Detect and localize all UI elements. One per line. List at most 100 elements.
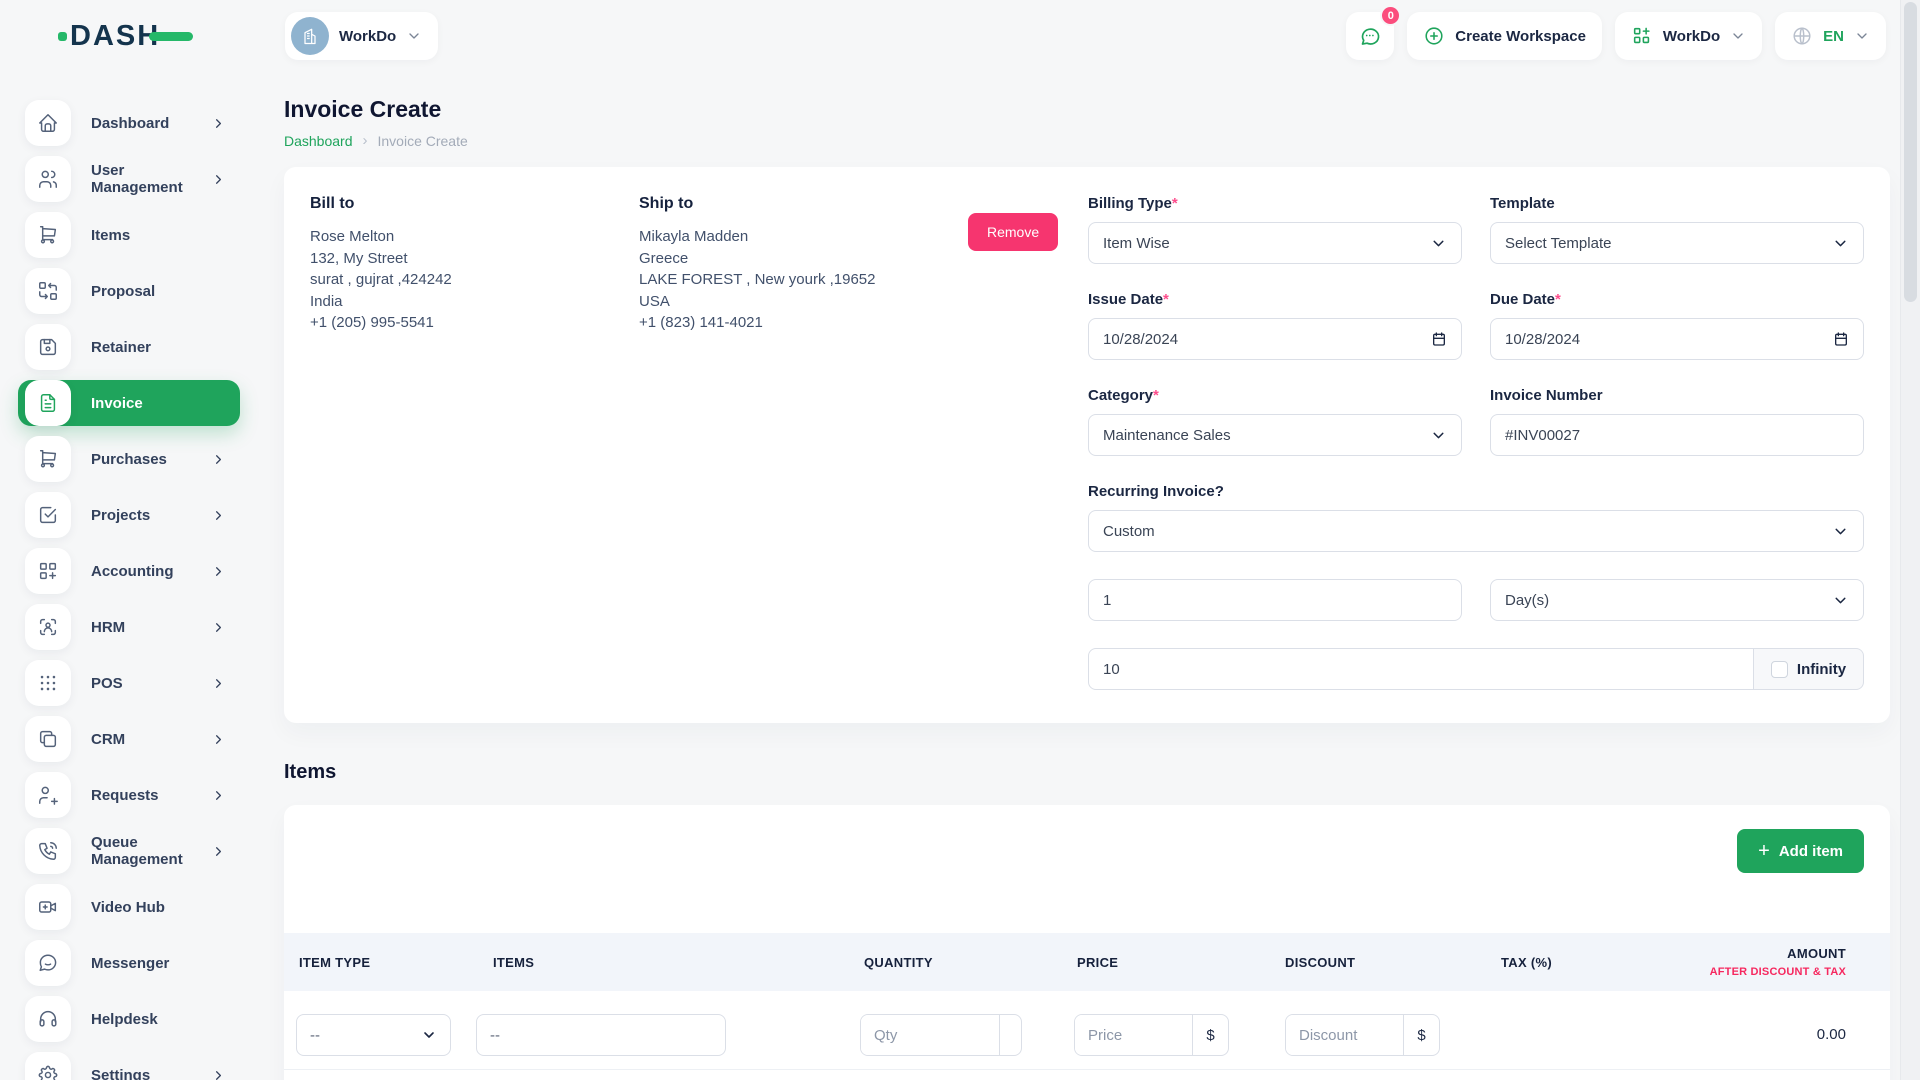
create-workspace-button[interactable]: Create Workspace xyxy=(1407,12,1602,60)
page-scrollbar xyxy=(1900,0,1920,1080)
column-header: ITEMS xyxy=(474,955,854,970)
sidebar-item-queue-management[interactable]: Queue Management xyxy=(18,828,240,874)
sidebar-item-helpdesk[interactable]: Helpdesk xyxy=(18,996,240,1042)
infinity-toggle[interactable]: Infinity xyxy=(1754,648,1864,690)
address-line: Mikayla Madden xyxy=(639,226,968,248)
address-line: India xyxy=(310,291,639,313)
items-card: + Add item ITEM TYPEITEMSQUANTITYPRICEDI… xyxy=(284,805,1890,1080)
sidebar-item-messenger[interactable]: Messenger xyxy=(18,940,240,986)
infinity-checkbox[interactable] xyxy=(1771,661,1788,678)
griddots-icon xyxy=(25,660,71,706)
remove-button[interactable]: Remove xyxy=(968,213,1058,251)
gear-icon xyxy=(25,1052,71,1080)
home-icon xyxy=(25,100,71,146)
messages-button[interactable]: 0 xyxy=(1346,12,1394,60)
recurring-select[interactable]: Custom xyxy=(1088,510,1864,552)
category-select[interactable]: Maintenance Sales xyxy=(1088,414,1462,456)
sidebar-item-accounting[interactable]: Accounting xyxy=(18,548,240,594)
create-workspace-label: Create Workspace xyxy=(1455,28,1586,45)
gridadd-icon xyxy=(25,548,71,594)
top-header: DASH WorkDo 0 xyxy=(0,0,1900,72)
sidebar-item-proposal[interactable]: Proposal xyxy=(18,268,240,314)
breadcrumb-link[interactable]: Dashboard xyxy=(284,133,353,149)
chevron-right-icon xyxy=(211,508,226,523)
sidebar-item-dashboard[interactable]: Dashboard xyxy=(18,100,240,146)
column-header: DISCOUNT xyxy=(1277,955,1493,970)
cycle-limit-input[interactable] xyxy=(1103,661,1739,678)
row-amount: 0.00 xyxy=(1663,1014,1890,1043)
template-field: Template Select Template xyxy=(1490,195,1864,264)
column-header: QUANTITY xyxy=(854,955,1069,970)
address-line: Greece xyxy=(639,248,968,270)
price-input[interactable] xyxy=(1075,1015,1192,1055)
chevron-down-icon xyxy=(421,1027,437,1043)
sidebar-item-video-hub[interactable]: Video Hub xyxy=(18,884,240,930)
sidebar-item-projects[interactable]: Projects xyxy=(18,492,240,538)
app-menu-button[interactable]: WorkDo xyxy=(1615,12,1762,60)
due-date-label: Due Date xyxy=(1490,291,1555,308)
app-root: DASH WorkDo 0 xyxy=(0,0,1920,1080)
due-date-field: Due Date* 10/28/2024 xyxy=(1490,291,1864,360)
billing-type-label: Billing Type xyxy=(1088,195,1172,212)
sidebar-item-label: Messenger xyxy=(91,955,240,972)
items-select[interactable]: -- xyxy=(476,1014,726,1056)
items-section-heading: Items xyxy=(284,761,1904,784)
phone-icon xyxy=(25,828,71,874)
users-icon xyxy=(25,156,71,202)
language-selector[interactable]: EN xyxy=(1775,12,1886,60)
interval-unit-select[interactable]: Day(s) xyxy=(1490,579,1864,621)
invoice-number-label: Invoice Number xyxy=(1490,387,1603,404)
sidebar-item-items[interactable]: Items xyxy=(18,212,240,258)
grid-plus-icon xyxy=(1631,25,1653,47)
scrollbar-thumb[interactable] xyxy=(1904,2,1917,302)
items-table: ITEM TYPEITEMSQUANTITYPRICEDISCOUNTTAX (… xyxy=(284,933,1890,1070)
invoice-number-input[interactable] xyxy=(1505,427,1849,444)
sidebar-item-label: Proposal xyxy=(91,283,240,300)
template-select[interactable]: Select Template xyxy=(1490,222,1864,264)
infinity-label: Infinity xyxy=(1797,661,1846,678)
breadcrumb-separator: › xyxy=(363,132,368,149)
billing-type-select[interactable]: Item Wise xyxy=(1088,222,1462,264)
sidebar-item-settings[interactable]: Settings xyxy=(18,1052,240,1080)
sidebar-item-hrm[interactable]: HRM xyxy=(18,604,240,650)
sidebar-item-label: Purchases xyxy=(91,451,211,468)
sidebar-item-invoice[interactable]: Invoice xyxy=(18,380,240,426)
copy-icon xyxy=(25,716,71,762)
userplus-icon xyxy=(25,772,71,818)
chevron-right-icon xyxy=(211,452,226,467)
issue-date-input[interactable]: 10/28/2024 xyxy=(1088,318,1462,360)
header-actions: 0 Create Workspace WorkDo xyxy=(1346,12,1886,60)
workspace-selector[interactable]: WorkDo xyxy=(285,12,438,60)
sidebar-item-requests[interactable]: Requests xyxy=(18,772,240,818)
ship-to-block: Ship to Mikayla MaddenGreeceLAKE FOREST … xyxy=(639,195,968,695)
chevron-right-icon xyxy=(211,172,226,187)
interval-count-input[interactable] xyxy=(1103,592,1447,609)
item-row: -- -- xyxy=(284,991,1890,1070)
sidebar-item-label: CRM xyxy=(91,731,211,748)
headset-icon xyxy=(25,996,71,1042)
due-date-input[interactable]: 10/28/2024 xyxy=(1490,318,1864,360)
sidebar-nav: Dashboard User Management Items Proposal Ret… xyxy=(0,72,270,1080)
chevron-right-icon xyxy=(211,732,226,747)
quantity-input[interactable] xyxy=(861,1015,999,1055)
sidebar-item-purchases[interactable]: Purchases xyxy=(18,436,240,482)
sidebar-item-retainer[interactable]: Retainer xyxy=(18,324,240,370)
item-type-select[interactable]: -- xyxy=(296,1014,451,1056)
discount-input[interactable] xyxy=(1286,1015,1403,1055)
address-line: +1 (823) 141-4021 xyxy=(639,312,968,334)
logo-text: DASH xyxy=(70,20,160,53)
sidebar-item-user-management[interactable]: User Management xyxy=(18,156,240,202)
sidebar-item-label: HRM xyxy=(91,619,211,636)
sidebar-item-pos[interactable]: POS xyxy=(18,660,240,706)
chevron-right-icon xyxy=(211,844,226,859)
address-line: LAKE FOREST , New yourk ,19652 xyxy=(639,269,968,291)
chevron-down-icon xyxy=(1854,28,1870,44)
address-line: USA xyxy=(639,291,968,313)
globe-icon xyxy=(1791,25,1813,47)
chevron-down-icon xyxy=(1832,592,1849,609)
add-item-button[interactable]: + Add item xyxy=(1737,829,1864,873)
breadcrumb: Dashboard›Invoice Create xyxy=(284,132,1904,149)
brand-logo: DASH xyxy=(0,20,270,53)
sidebar-item-crm[interactable]: CRM xyxy=(18,716,240,762)
chevron-down-icon xyxy=(1832,235,1849,252)
